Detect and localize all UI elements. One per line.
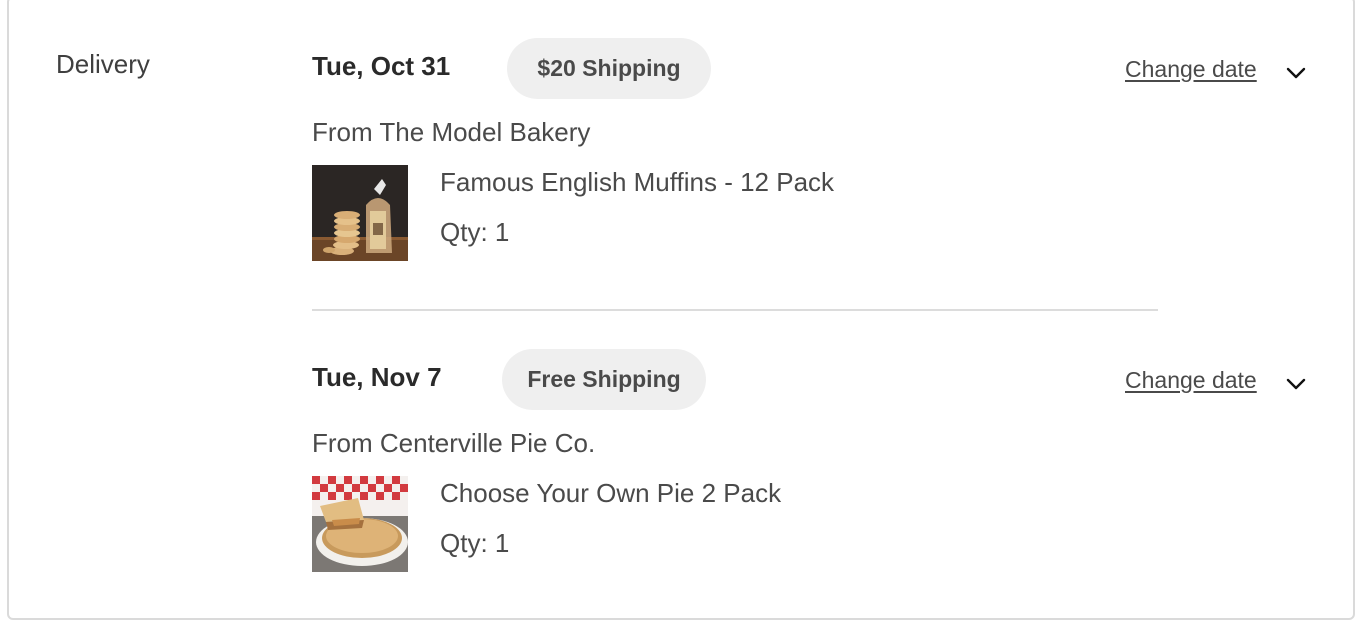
vendor-name: From Centerville Pie Co.: [312, 428, 596, 458]
delivery-date: Tue, Nov 7: [312, 362, 442, 392]
shipping-badge: Free Shipping: [502, 349, 706, 410]
product-name: Choose Your Own Pie 2 Pack: [440, 478, 782, 508]
product-qty: Qty: 1: [440, 217, 510, 247]
shipment-group: Tue, Oct 31 $20 Shipping Change date Fro…: [312, 38, 1312, 278]
change-date-link[interactable]: Change date: [1125, 367, 1257, 394]
vendor-name: From The Model Bakery: [312, 117, 591, 147]
product-qty: Qty: 1: [440, 528, 510, 558]
chevron-down-icon[interactable]: [1285, 62, 1307, 84]
shipping-badge: $20 Shipping: [507, 38, 711, 99]
shipment-divider: [312, 309, 1158, 311]
change-date-link[interactable]: Change date: [1125, 56, 1257, 83]
product-name: Famous English Muffins - 12 Pack: [440, 167, 835, 197]
section-label-delivery: Delivery: [56, 49, 150, 79]
shipment-group: Tue, Nov 7 Free Shipping Change date Fro…: [312, 349, 1312, 589]
chevron-down-icon[interactable]: [1285, 373, 1307, 395]
english-muffins-image: [312, 165, 408, 261]
delivery-date: Tue, Oct 31: [312, 51, 451, 81]
pie-image: [312, 476, 408, 572]
